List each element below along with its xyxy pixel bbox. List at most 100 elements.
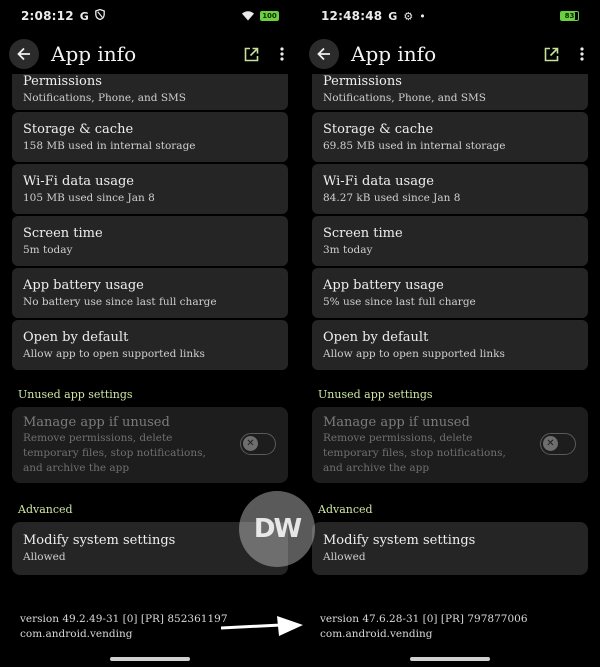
version-info: version 49.2.49-31 [0] [PR] 852361197 co… xyxy=(20,612,228,642)
modify-system-settings-item[interactable]: Modify system settings Allowed xyxy=(312,522,588,575)
unused-section-header: Unused app settings xyxy=(318,388,433,401)
manage-app-if-unused-item: Manage app if unused Remove permissions,… xyxy=(12,407,288,483)
item-title: Manage app if unused xyxy=(323,415,470,430)
unused-section-header: Unused app settings xyxy=(18,388,133,401)
wifi-data-usage-item[interactable]: Wi-Fi data usage 105 MB used since Jan 8 xyxy=(12,164,288,214)
back-button[interactable] xyxy=(9,39,39,69)
subtitle-line: and archive the app xyxy=(23,462,130,474)
item-title: Storage & cache xyxy=(323,121,434,137)
open-external-icon xyxy=(544,47,558,61)
package-name: com.android.vending xyxy=(320,628,433,640)
permissions-item[interactable]: Permissions Notifications, Phone, and SM… xyxy=(12,74,288,110)
page-title: App info xyxy=(51,42,137,66)
wifi-icon xyxy=(242,11,254,21)
subtitle-line: and archive the app xyxy=(323,462,430,474)
item-subtitle: Allow app to open supported links xyxy=(23,347,205,360)
status-time: 2:08:12 xyxy=(21,9,74,23)
item-title: Wi-Fi data usage xyxy=(23,173,134,189)
item-subtitle: Allowed xyxy=(323,551,366,563)
item-subtitle: No battery use since last full charge xyxy=(23,295,217,308)
app-bar: App info xyxy=(0,34,300,74)
storage-cache-item[interactable]: Storage & cache 158 MB used in internal … xyxy=(12,112,288,162)
battery-icon: 100 xyxy=(260,11,279,21)
watermark-text: DW xyxy=(253,514,302,544)
item-subtitle: 105 MB used since Jan 8 xyxy=(23,191,155,204)
item-title: Wi-Fi data usage xyxy=(323,173,434,189)
more-vert-icon xyxy=(580,47,584,61)
storage-cache-item[interactable]: Storage & cache 69.85 MB used in interna… xyxy=(312,112,588,162)
item-subtitle: 5m today xyxy=(23,243,73,256)
battery-icon: 83 xyxy=(560,11,579,21)
status-time: 12:48:48 xyxy=(321,9,383,23)
item-title: Screen time xyxy=(323,225,403,241)
gesture-nav-bar[interactable] xyxy=(410,657,490,661)
item-subtitle: Remove permissions, delete temporary fil… xyxy=(23,431,213,476)
google-g-icon: G xyxy=(79,9,89,23)
settings-list: Permissions Notifications, Phone, and SM… xyxy=(12,74,288,577)
item-subtitle: Notifications, Phone, and SMS xyxy=(323,92,486,104)
more-vert-icon xyxy=(280,47,284,61)
item-title: Modify system settings xyxy=(323,533,476,548)
subtitle-line: Remove permissions, delete xyxy=(323,432,473,444)
more-options-button[interactable] xyxy=(274,43,290,65)
screen-time-item[interactable]: Screen time 5m today xyxy=(12,216,288,266)
close-icon: ✕ xyxy=(243,436,258,451)
item-subtitle: 5% use since last full charge xyxy=(323,295,476,308)
more-options-button[interactable] xyxy=(574,43,590,65)
subtitle-line: temporary files, stop notifications, xyxy=(323,447,506,459)
screen-before: 2:08:12 G 100 App info Permissions Notif… xyxy=(0,0,300,667)
dw-logo-watermark: DW xyxy=(239,491,315,567)
subtitle-line: temporary files, stop notifications, xyxy=(23,447,206,459)
manage-unused-toggle[interactable]: ✕ xyxy=(240,433,276,455)
item-subtitle: 69.85 MB used in internal storage xyxy=(323,139,506,152)
status-bar: 2:08:12 G 100 xyxy=(0,0,300,32)
version-string: version 49.2.49-31 [0] [PR] 852361197 xyxy=(20,613,228,625)
item-title: Open by default xyxy=(23,329,129,345)
package-name: com.android.vending xyxy=(20,628,133,640)
battery-usage-item[interactable]: App battery usage 5% use since last full… xyxy=(312,268,588,318)
item-subtitle: Allow app to open supported links xyxy=(323,347,505,360)
google-g-icon: G xyxy=(388,9,398,23)
back-arrow-icon xyxy=(317,47,330,61)
status-bar: 12:48:48 G ⚙ • 83 xyxy=(300,0,600,32)
item-title: Open by default xyxy=(323,329,429,345)
gear-icon: ⚙ xyxy=(403,9,414,23)
item-subtitle: 3m today xyxy=(323,243,373,256)
manage-app-if-unused-item: Manage app if unused Remove permissions,… xyxy=(312,407,588,483)
manage-unused-toggle[interactable]: ✕ xyxy=(540,433,576,455)
page-title: App info xyxy=(351,42,437,66)
screen-after: 12:48:48 G ⚙ • 83 App info Permissions N… xyxy=(300,0,600,667)
permissions-item[interactable]: Permissions Notifications, Phone, and SM… xyxy=(312,74,588,110)
advanced-section-header: Advanced xyxy=(318,503,373,516)
battery-level: 83 xyxy=(564,12,575,20)
dot-icon: • xyxy=(419,9,426,23)
item-title: Manage app if unused xyxy=(23,415,170,430)
item-title: Storage & cache xyxy=(23,121,134,137)
wifi-data-usage-item[interactable]: Wi-Fi data usage 84.27 kB used since Jan… xyxy=(312,164,588,214)
open-app-button[interactable] xyxy=(540,43,562,65)
battery-level: 100 xyxy=(262,12,277,20)
open-by-default-item[interactable]: Open by default Allow app to open suppor… xyxy=(312,320,588,370)
item-subtitle: Notifications, Phone, and SMS xyxy=(23,92,186,104)
item-subtitle: Remove permissions, delete temporary fil… xyxy=(323,431,513,476)
item-title: Permissions xyxy=(23,74,102,89)
open-app-button[interactable] xyxy=(240,43,262,65)
item-title: App battery usage xyxy=(323,277,444,293)
version-string: version 47.6.28-31 [0] [PR] 797877006 xyxy=(320,613,528,625)
app-bar: App info xyxy=(300,34,600,74)
back-button[interactable] xyxy=(309,39,339,69)
subtitle-line: Remove permissions, delete xyxy=(23,432,173,444)
item-subtitle: 158 MB used in internal storage xyxy=(23,139,196,152)
item-title: App battery usage xyxy=(23,277,144,293)
version-info: version 47.6.28-31 [0] [PR] 797877006 co… xyxy=(320,612,528,642)
shield-icon xyxy=(94,8,105,23)
item-title: Permissions xyxy=(323,74,402,89)
item-subtitle: 84.27 kB used since Jan 8 xyxy=(323,191,461,204)
battery-usage-item[interactable]: App battery usage No battery use since l… xyxy=(12,268,288,318)
settings-list: Permissions Notifications, Phone, and SM… xyxy=(312,74,588,577)
screen-time-item[interactable]: Screen time 3m today xyxy=(312,216,588,266)
right-arrow-icon xyxy=(221,616,303,636)
item-subtitle: Allowed xyxy=(23,551,66,563)
gesture-nav-bar[interactable] xyxy=(110,657,190,661)
open-by-default-item[interactable]: Open by default Allow app to open suppor… xyxy=(12,320,288,370)
